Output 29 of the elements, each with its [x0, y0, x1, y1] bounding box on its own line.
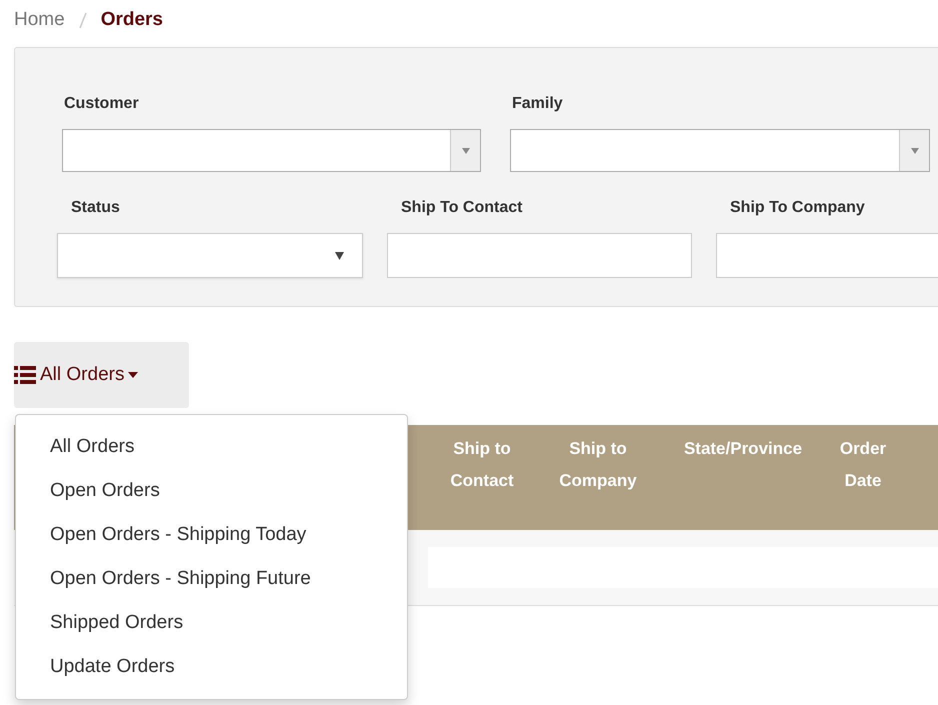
field-label: Customer	[64, 94, 140, 114]
column-header: Ship to Company	[558, 438, 638, 492]
field-label: Status	[71, 198, 121, 218]
input-field[interactable]	[716, 233, 938, 278]
menu-item[interactable]: Update Orders	[16, 645, 407, 689]
menu-item[interactable]: Open Orders - Shipping Future	[16, 557, 407, 601]
breadcrumb-current: Orders	[100, 8, 163, 32]
field-label: Ship To Contact	[401, 198, 524, 218]
menu-item[interactable]: Open Orders - Shipping Today	[16, 513, 407, 557]
breadcrumb-link[interactable]: Home	[14, 6, 65, 34]
column-header: Ship to Contact	[449, 438, 515, 492]
field-label: Family	[512, 94, 564, 114]
field-label: Ship To Company	[730, 198, 866, 218]
caret-icon	[128, 372, 138, 378]
column-header: Order Date	[838, 438, 888, 492]
menu-item[interactable]: Shipped Orders	[16, 601, 407, 645]
menu-item[interactable]: All Orders	[16, 425, 407, 469]
caret-icon	[910, 148, 918, 154]
view-dropdown-button[interactable]: All Orders	[14, 342, 189, 408]
column-header: State/Province	[682, 438, 804, 460]
list-icon	[14, 366, 36, 384]
select-field[interactable]	[57, 233, 363, 278]
caret-icon	[462, 148, 470, 154]
caret-icon	[335, 252, 344, 260]
input-field[interactable]	[387, 233, 692, 278]
combo-box[interactable]	[510, 129, 930, 172]
combo-box[interactable]	[62, 129, 481, 172]
separator-icon	[78, 11, 87, 29]
menu-item[interactable]: Open Orders	[16, 469, 407, 513]
